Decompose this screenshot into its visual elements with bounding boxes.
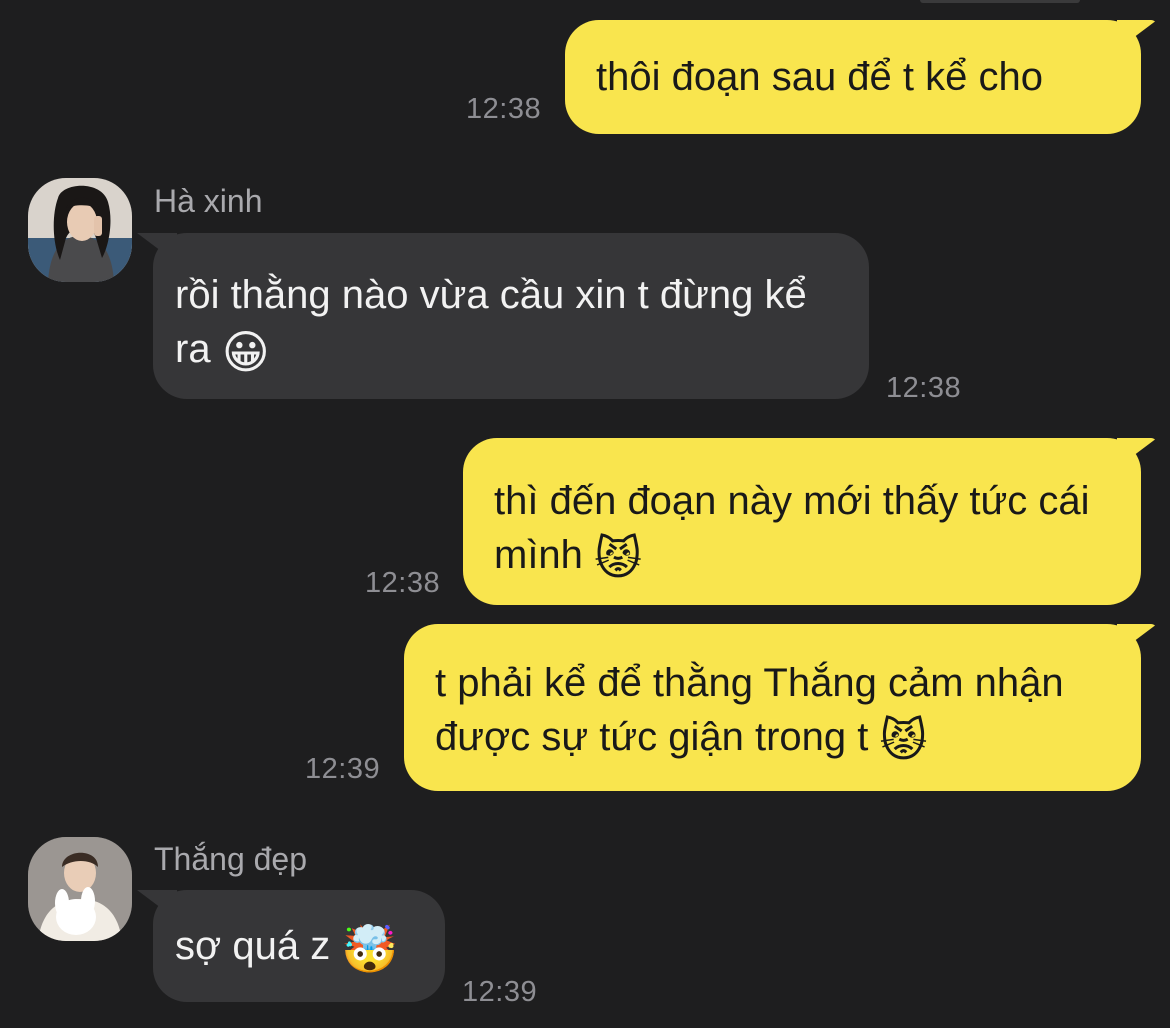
pouting-cat-emoji-icon: 😾 [879, 714, 928, 766]
incoming-message-bubble[interactable]: rồi thằng nào vừa cầu xin t đừng kể ra 😀 [153, 233, 869, 399]
message-text: rồi thằng nào vừa cầu xin t đừng kể ra [175, 273, 807, 371]
message-text: sợ quá z [175, 924, 331, 968]
message-text: thì đến đoạn này mới thấy tức cái mình [494, 479, 1090, 577]
sender-avatar-thang-dep[interactable] [28, 837, 132, 941]
exploding-head-emoji-icon: 🤯 [341, 923, 399, 975]
message-timestamp: 12:38 [365, 567, 441, 599]
pouting-cat-emoji-icon: 😾 [594, 532, 643, 584]
message-timestamp: 12:38 [466, 93, 542, 125]
message-text: thôi đoạn sau để t kể cho [596, 55, 1043, 99]
sender-name: Thắng đẹp [154, 841, 308, 877]
outgoing-message-bubble[interactable]: thì đến đoạn này mới thấy tức cái mình 😾 [463, 438, 1141, 605]
outgoing-message-bubble[interactable]: t phải kể để thằng Thắng cảm nhận được s… [404, 624, 1141, 791]
message-timestamp: 12:39 [462, 976, 538, 1008]
sender-name: Hà xinh [154, 183, 263, 219]
incoming-message-bubble[interactable]: sợ quá z 🤯 [153, 890, 445, 1002]
scroll-edge-hint [920, 0, 1080, 3]
sender-avatar-ha-xinh[interactable] [28, 178, 132, 282]
message-timestamp: 12:39 [305, 753, 381, 785]
grinning-face-emoji-icon: 😀 [221, 326, 270, 378]
message-text: t phải kể để thằng Thắng cảm nhận được s… [435, 661, 1064, 759]
outgoing-message-bubble[interactable]: thôi đoạn sau để t kể cho [565, 20, 1141, 134]
message-timestamp: 12:38 [886, 372, 962, 404]
chat-conversation: 12:38 thôi đoạn sau để t kể cho Hà xinh … [0, 0, 1170, 1028]
